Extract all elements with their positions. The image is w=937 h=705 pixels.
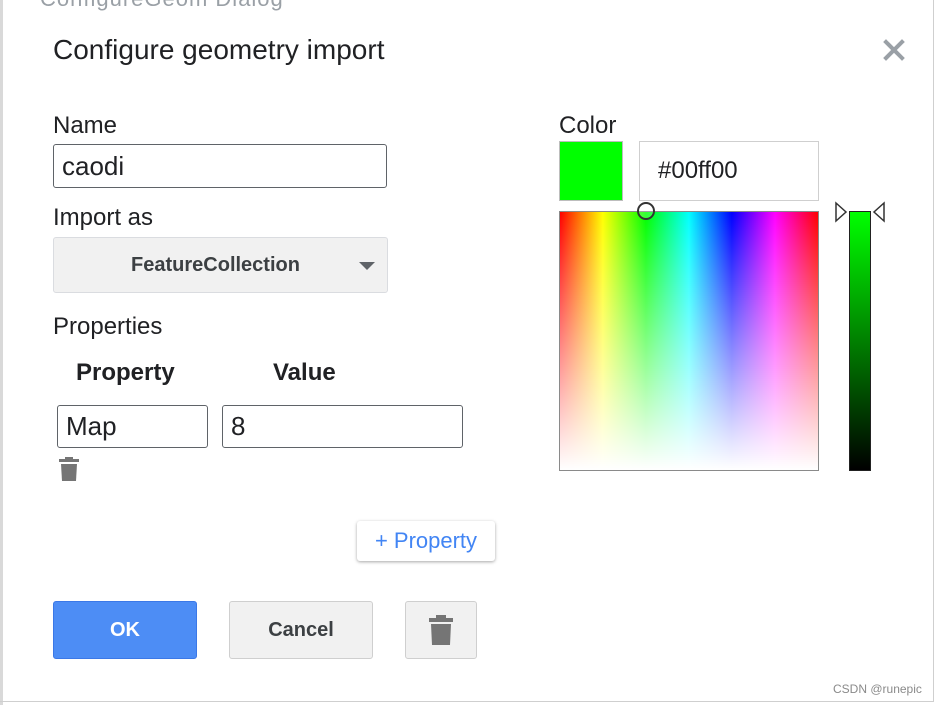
trash-icon (429, 615, 453, 645)
add-property-button[interactable]: + Property (357, 521, 495, 561)
page-edge (0, 0, 3, 705)
dialog-title: Configure geometry import (53, 34, 385, 65)
ok-button[interactable]: OK (53, 601, 197, 659)
chevron-down-icon (359, 262, 375, 270)
name-input[interactable] (53, 144, 387, 188)
close-button[interactable] (878, 34, 910, 66)
import-as-select[interactable]: FeatureCollection (53, 237, 388, 293)
property-key-input[interactable] (57, 405, 208, 448)
value-column-header: Value (273, 359, 336, 386)
delete-geometry-button[interactable] (405, 601, 477, 659)
brightness-slider[interactable] (849, 211, 871, 471)
import-as-label: Import as (53, 204, 154, 231)
slider-arrows-icon (835, 201, 885, 223)
cancel-button[interactable]: Cancel (229, 601, 373, 659)
delete-property-button[interactable] (58, 456, 80, 482)
close-icon (883, 39, 905, 61)
color-swatch (559, 141, 623, 201)
backdrop-text: ConfigureGeom Dialog (40, 0, 284, 12)
import-as-selected-value: FeatureCollection (131, 253, 300, 276)
watermark-text: CSDN @runepic (833, 682, 922, 696)
brightness-slider-handle[interactable] (834, 201, 886, 223)
property-column-header: Property (76, 359, 175, 386)
property-value-input[interactable] (222, 405, 463, 448)
trash-icon (59, 457, 79, 481)
name-label: Name (53, 112, 118, 139)
palette-handle[interactable] (637, 202, 655, 220)
color-label: Color (559, 112, 617, 139)
color-palette[interactable] (559, 211, 819, 471)
color-hex-input[interactable] (639, 141, 819, 201)
properties-label: Properties (53, 313, 163, 340)
